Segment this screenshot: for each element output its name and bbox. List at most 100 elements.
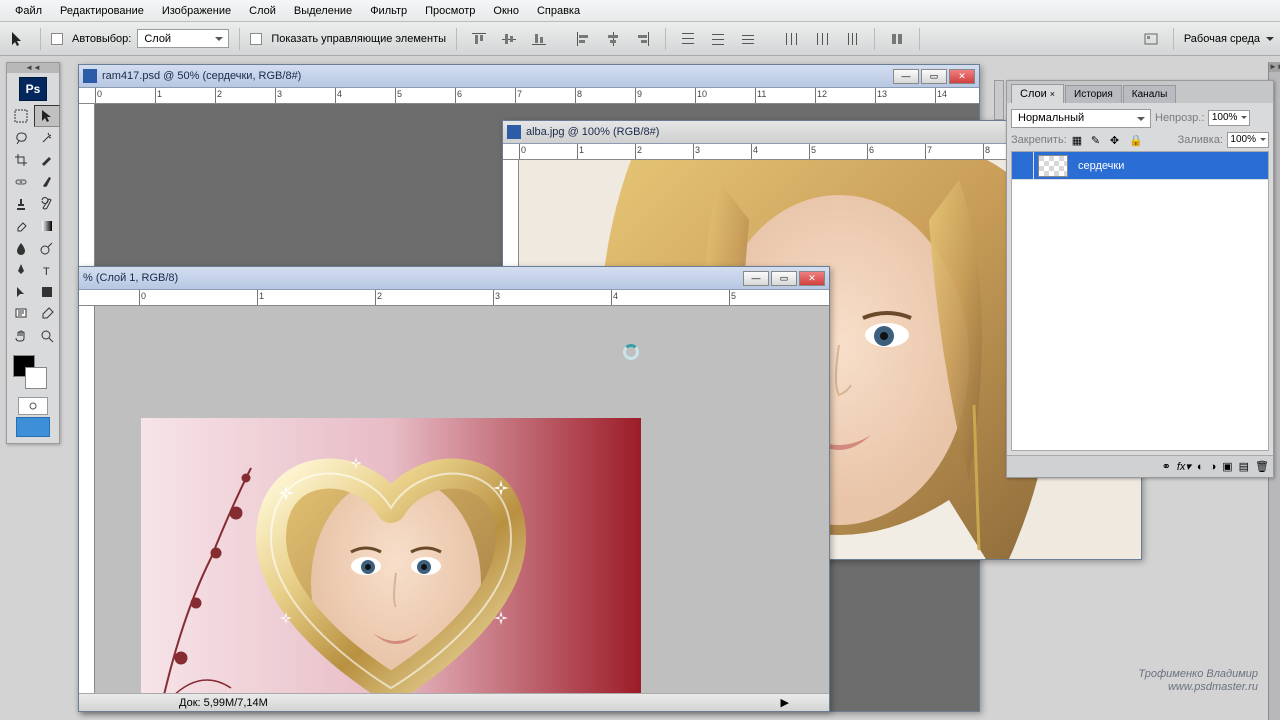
align-vcenter-icon[interactable]: [497, 27, 521, 51]
zoom-tool[interactable]: [34, 325, 60, 347]
fx-icon[interactable]: fx▾: [1177, 460, 1191, 473]
menu-image[interactable]: Изображение: [153, 2, 240, 20]
titlebar-doc1[interactable]: ram417.psd @ 50% (сердечки, RGB/8#) — ▭ …: [79, 65, 979, 88]
dock-tab-icon[interactable]: [994, 80, 1004, 120]
lock-transparent-icon: ▦: [1071, 133, 1085, 147]
history-brush-tool[interactable]: [34, 193, 60, 215]
menu-layer[interactable]: Слой: [240, 2, 285, 20]
crop-tool[interactable]: [8, 149, 34, 171]
marquee-tool[interactable]: [8, 105, 34, 127]
bridge-icon[interactable]: [1139, 27, 1163, 51]
blend-mode-dropdown[interactable]: Нормальный: [1011, 109, 1151, 128]
doc1-title: ram417.psd @ 50% (сердечки, RGB/8#): [102, 70, 891, 82]
folder-icon[interactable]: ▣: [1222, 460, 1232, 473]
distribute-bottom-icon[interactable]: [736, 27, 760, 51]
document-window-untitled: % (Слой 1, RGB/8) — ▭ ✕ document.write(A…: [78, 266, 830, 712]
move-tool-icon[interactable]: [6, 27, 30, 51]
menu-edit[interactable]: Редактирование: [51, 2, 153, 20]
fill-field[interactable]: 100%: [1227, 132, 1269, 148]
layer-thumbnail[interactable]: [1038, 155, 1068, 177]
dodge-tool[interactable]: [34, 237, 60, 259]
titlebar-doc3[interactable]: % (Слой 1, RGB/8) — ▭ ✕: [79, 267, 829, 290]
brush-tool[interactable]: [34, 171, 60, 193]
color-swatches[interactable]: [11, 353, 55, 391]
showcontrols-checkbox[interactable]: [250, 33, 262, 45]
align-bottom-icon[interactable]: [527, 27, 551, 51]
ruler-horizontal: document.write(Array.from({length:16},(_…: [79, 88, 979, 104]
maximize-button[interactable]: ▭: [921, 69, 947, 84]
layer-list: сердечки: [1011, 151, 1269, 451]
adjustment-icon[interactable]: ◑: [1210, 461, 1217, 473]
align-hcenter-icon[interactable]: [601, 27, 625, 51]
blur-tool[interactable]: [8, 237, 34, 259]
new-layer-icon[interactable]: ▤: [1239, 460, 1249, 473]
distribute-vcenter-icon[interactable]: [706, 27, 730, 51]
watermark: Трофименко Владимир www.psdmaster.ru: [1138, 668, 1258, 694]
distribute-right-icon[interactable]: [840, 27, 864, 51]
distribute-left-icon[interactable]: [780, 27, 804, 51]
maximize-button[interactable]: ▭: [771, 271, 797, 286]
menu-filter[interactable]: Фильтр: [361, 2, 416, 20]
doc-icon: [83, 69, 97, 83]
doc-icon: [507, 125, 521, 139]
mask-icon[interactable]: ◐: [1197, 461, 1204, 473]
ruler-vertical: [79, 306, 95, 711]
heartframe-image: document.write(Array.from({length:18},(_…: [141, 418, 641, 711]
pen-tool[interactable]: [8, 259, 34, 281]
menu-view[interactable]: Просмотр: [416, 2, 484, 20]
shape-tool[interactable]: [34, 281, 60, 303]
layer-name[interactable]: сердечки: [1072, 160, 1268, 172]
opacity-label: Непрозр.:: [1155, 112, 1204, 124]
align-top-icon[interactable]: [467, 27, 491, 51]
auto-align-icon[interactable]: [885, 27, 909, 51]
menu-help[interactable]: Справка: [528, 2, 589, 20]
type-tool[interactable]: T: [34, 259, 60, 281]
dock-collapse-icon[interactable]: ►►: [1269, 62, 1280, 72]
close-button[interactable]: ✕: [799, 271, 825, 286]
workspace-label[interactable]: Рабочая среда: [1184, 33, 1260, 45]
align-right-icon[interactable]: [631, 27, 655, 51]
autoselect-label: Автовыбор:: [72, 33, 131, 45]
stamp-tool[interactable]: [8, 193, 34, 215]
trash-icon[interactable]: 🗑: [1255, 460, 1269, 473]
workspace-chevron-icon[interactable]: [1266, 37, 1274, 45]
align-left-icon[interactable]: [571, 27, 595, 51]
close-button[interactable]: ✕: [949, 69, 975, 84]
autoselect-dropdown[interactable]: Слой: [137, 29, 229, 48]
move-tool[interactable]: [34, 105, 60, 127]
path-select-tool[interactable]: [8, 281, 34, 303]
link-icon[interactable]: ⚭: [1162, 460, 1171, 473]
menu-file[interactable]: Файл: [6, 2, 51, 20]
background-swatch[interactable]: [25, 367, 47, 389]
gradient-tool[interactable]: [34, 215, 60, 237]
lasso-tool[interactable]: [8, 127, 34, 149]
ruler-horizontal: document.write(Array.from({length:7},(_,…: [79, 290, 829, 306]
eyedropper-tool[interactable]: [34, 303, 60, 325]
tab-history[interactable]: История: [1065, 85, 1122, 103]
canvas-doc3[interactable]: document.write(Array.from({length:18},(_…: [95, 306, 829, 711]
menu-select[interactable]: Выделение: [285, 2, 361, 20]
opacity-field[interactable]: 100%: [1208, 110, 1250, 126]
hand-tool[interactable]: [8, 325, 34, 347]
minimize-button[interactable]: —: [743, 271, 769, 286]
autoselect-checkbox[interactable]: [51, 33, 63, 45]
menu-window[interactable]: Окно: [484, 2, 528, 20]
slice-tool[interactable]: [34, 149, 60, 171]
eraser-tool[interactable]: [8, 215, 34, 237]
quickmask-button[interactable]: [18, 397, 48, 415]
notes-tool[interactable]: [8, 303, 34, 325]
options-bar: Автовыбор: Слой Показать управляющие эле…: [0, 22, 1280, 56]
distribute-hcenter-icon[interactable]: [810, 27, 834, 51]
heal-tool[interactable]: [8, 171, 34, 193]
tab-channels[interactable]: Каналы: [1123, 85, 1177, 103]
palette-collapse-icon[interactable]: ◄◄: [7, 63, 59, 73]
wand-tool[interactable]: [34, 127, 60, 149]
tool-palette: ◄◄ Ps T: [6, 62, 60, 444]
visibility-toggle[interactable]: [1012, 152, 1034, 180]
layer-row[interactable]: сердечки: [1012, 152, 1268, 180]
tab-layers[interactable]: Слои×: [1011, 84, 1064, 103]
distribute-top-icon[interactable]: [676, 27, 700, 51]
lock-icons[interactable]: ▦ ✎ ✥ 🔒: [1071, 133, 1144, 147]
minimize-button[interactable]: —: [893, 69, 919, 84]
screenmode-button[interactable]: [16, 417, 50, 437]
